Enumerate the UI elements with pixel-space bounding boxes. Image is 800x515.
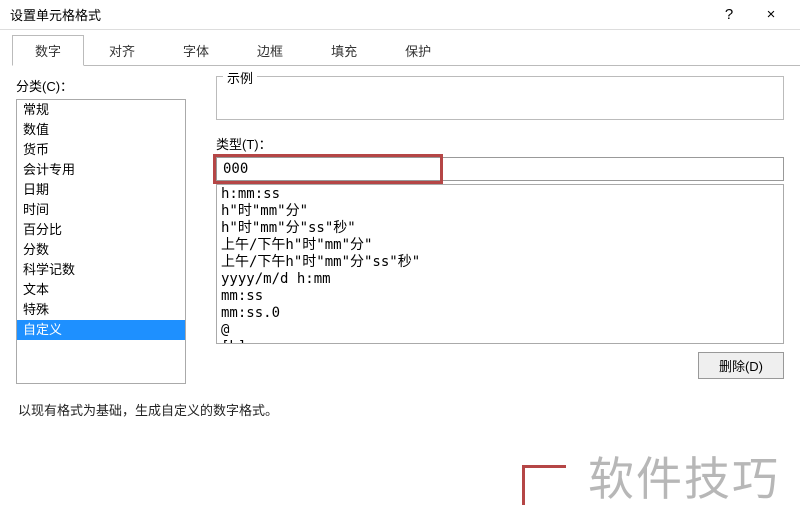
format-item[interactable]: 上午/下午h"时"mm"分"	[221, 237, 779, 254]
dialog-body: 分类(C)： 常规 数值 货币 会计专用 日期 时间 百分比 分数 科学记数 文…	[0, 66, 800, 384]
category-label: 分类(C)：	[16, 76, 186, 95]
format-item[interactable]: mm:ss	[221, 288, 779, 305]
delete-row: 删除(D)	[216, 352, 784, 379]
format-pane: 示例 类型(T)： h:mm:ss h"时"mm"分" h"时"mm"分"ss"…	[186, 76, 784, 384]
category-item-time[interactable]: 时间	[17, 200, 185, 220]
format-item[interactable]: mm:ss.0	[221, 305, 779, 322]
category-item-fraction[interactable]: 分数	[17, 240, 185, 260]
category-item-custom[interactable]: 自定义	[17, 320, 185, 340]
titlebar: 设置单元格格式 ? ×	[0, 0, 800, 30]
dialog-window: 设置单元格格式 ? × 数字 对齐 字体 边框 填充 保护 分类(C)： 常规 …	[0, 0, 800, 515]
category-item-number[interactable]: 数值	[17, 120, 185, 140]
type-input-row	[216, 157, 784, 181]
category-item-percentage[interactable]: 百分比	[17, 220, 185, 240]
tab-font[interactable]: 字体	[160, 35, 232, 65]
type-label: 类型(T)：	[216, 134, 784, 153]
tab-strip: 数字 对齐 字体 边框 填充 保护	[12, 38, 800, 66]
category-item-date[interactable]: 日期	[17, 180, 185, 200]
watermark: 软件技巧	[588, 443, 780, 509]
category-item-currency[interactable]: 货币	[17, 140, 185, 160]
category-item-accounting[interactable]: 会计专用	[17, 160, 185, 180]
tab-fill[interactable]: 填充	[308, 35, 380, 65]
tab-alignment[interactable]: 对齐	[86, 35, 158, 65]
category-item-special[interactable]: 特殊	[17, 300, 185, 320]
format-list[interactable]: h:mm:ss h"时"mm"分" h"时"mm"分"ss"秒" 上午/下午h"…	[216, 184, 784, 344]
help-button[interactable]: ?	[708, 0, 750, 30]
format-item[interactable]: @	[221, 322, 779, 339]
format-item[interactable]: [h]:mm:ss	[221, 339, 779, 344]
sample-value	[227, 87, 773, 101]
format-item[interactable]: h"时"mm"分"ss"秒"	[221, 220, 779, 237]
tab-protection[interactable]: 保护	[382, 35, 454, 65]
dialog-title: 设置单元格格式	[10, 5, 708, 24]
format-item[interactable]: 上午/下午h"时"mm"分"ss"秒"	[221, 254, 779, 271]
hint-text: 以现有格式为基础，生成自定义的数字格式。	[18, 400, 800, 419]
type-input[interactable]	[216, 157, 784, 181]
format-item[interactable]: h"时"mm"分"	[221, 203, 779, 220]
category-item-text[interactable]: 文本	[17, 280, 185, 300]
sample-group: 示例	[216, 76, 784, 120]
tab-number[interactable]: 数字	[12, 35, 84, 66]
category-item-scientific[interactable]: 科学记数	[17, 260, 185, 280]
tab-border[interactable]: 边框	[234, 35, 306, 65]
delete-button[interactable]: 删除(D)	[698, 352, 784, 379]
format-item[interactable]: yyyy/m/d h:mm	[221, 271, 779, 288]
category-pane: 分类(C)： 常规 数值 货币 会计专用 日期 时间 百分比 分数 科学记数 文…	[16, 76, 186, 384]
category-list[interactable]: 常规 数值 货币 会计专用 日期 时间 百分比 分数 科学记数 文本 特殊 自定…	[16, 99, 186, 384]
crop-annotation	[522, 465, 566, 505]
category-item-general[interactable]: 常规	[17, 100, 185, 120]
format-item[interactable]: h:mm:ss	[221, 186, 779, 203]
sample-label: 示例	[223, 68, 257, 87]
close-button[interactable]: ×	[750, 0, 792, 30]
